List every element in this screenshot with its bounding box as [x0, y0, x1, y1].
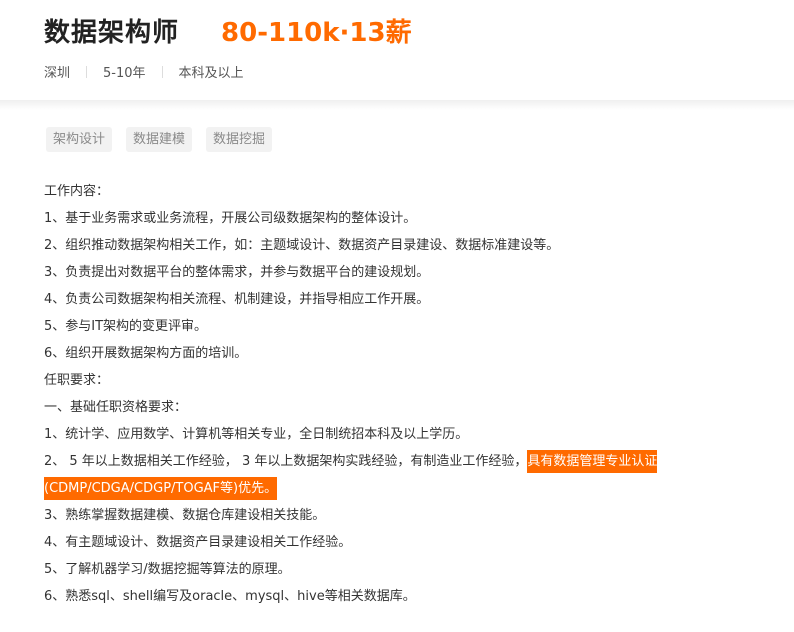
job-meta: 深圳 5-10年 本科及以上: [44, 62, 244, 81]
job-experience: 5-10年: [103, 66, 146, 81]
list-item: 4、有主题域设计、数据资产目录建设相关工作经验。: [44, 535, 352, 550]
meta-divider: [86, 65, 88, 78]
list-item: 4、负责公司数据架构相关流程、机制建设，并指导相应工作开展。: [44, 292, 430, 307]
list-item: 1、统计学、应用数学、计算机等相关专业，全日制统招本科及以上学历。: [44, 427, 469, 442]
list-item: 2、 5 年以上数据相关工作经验， 3 年以上数据架构实践经验，有制造业工作经验…: [44, 448, 770, 502]
section-heading: 任职要求：: [44, 373, 110, 388]
skill-tags: 架构设计 数据建模 数据挖掘: [46, 127, 286, 152]
list-item: 3、负责提出对数据平台的整体需求，并参与数据平台的建设规划。: [44, 265, 430, 280]
job-education: 本科及以上: [178, 66, 244, 81]
meta-divider: [161, 65, 163, 78]
job-location: 深圳: [44, 66, 71, 81]
header-shadow: [0, 100, 794, 110]
skill-tag: 数据建模: [126, 127, 193, 152]
job-header: 数据架构师 80-110k·13薪 深圳 5-10年 本科及以上: [0, 0, 794, 100]
list-item: 3、熟练掌握数据建模、数据仓库建设相关技能。: [44, 508, 326, 523]
section-heading: 工作内容：: [44, 184, 110, 199]
list-item: 5、了解机器学习/数据挖掘等算法的原理。: [44, 562, 291, 577]
job-title: 数据架构师: [44, 17, 180, 48]
list-item: 2、组织推动数据架构相关工作，如：主题域设计、数据资产目录建设、数据标准建设等。: [44, 238, 560, 253]
list-item: 6、熟悉sql、shell编写及oracle、mysql、hive等相关数据库。: [44, 589, 416, 604]
subsection-heading: 一、基础任职资格要求：: [44, 400, 188, 415]
salary: 80-110k·13薪: [221, 17, 412, 48]
list-item: 1、基于业务需求或业务流程，开展公司级数据架构的整体设计。: [44, 211, 417, 226]
skill-tag: 架构设计: [46, 127, 113, 152]
list-item: 6、组织开展数据架构方面的培训。: [44, 346, 248, 361]
list-item: 5、参与IT架构的变更评审。: [44, 319, 208, 334]
job-description: 工作内容： 1、基于业务需求或业务流程，开展公司级数据架构的整体设计。 2、组织…: [44, 178, 770, 610]
title-row: 数据架构师 80-110k·13薪: [44, 12, 412, 48]
skill-tag: 数据挖掘: [206, 127, 273, 152]
req-text: 2、 5 年以上数据相关工作经验， 3 年以上数据架构实践经验，有制造业工作经验…: [44, 454, 528, 469]
